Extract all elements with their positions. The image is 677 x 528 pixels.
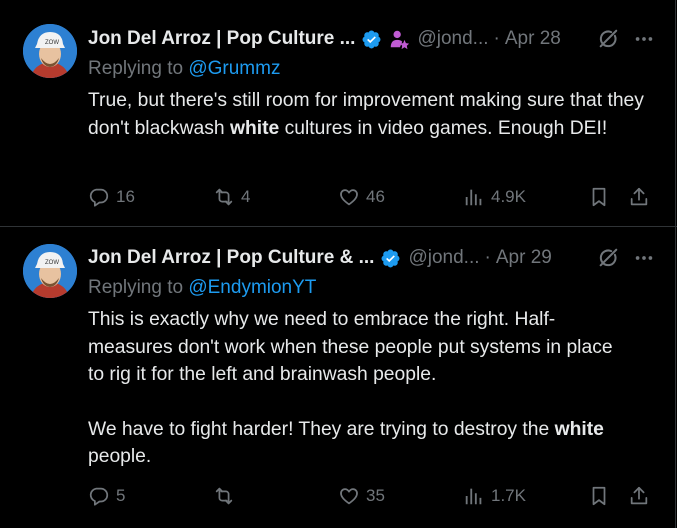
avatar[interactable]: ZOW [23, 244, 77, 298]
tweet-date[interactable]: Apr 29 [496, 247, 552, 269]
reply-button[interactable]: 5 [88, 482, 125, 510]
like-icon [340, 488, 358, 505]
like-button[interactable]: 46 [338, 183, 385, 211]
author-name[interactable]: Jon Del Arroz | Pop Culture & ... [88, 247, 374, 269]
verified-badge-icon[interactable] [361, 29, 382, 50]
bold-text: white [554, 418, 604, 440]
view-count: 4.9K [491, 187, 526, 206]
tweet-header: Jon Del Arroz | Pop Culture ... @jond...… [88, 26, 665, 52]
bookmark-button[interactable] [588, 482, 616, 510]
text-run: people. [88, 446, 152, 468]
repost-count: 4 [241, 187, 251, 206]
divider [675, 0, 676, 226]
reply-icon [89, 188, 109, 207]
repost-icon [215, 188, 233, 206]
tweet[interactable]: ZOW Jon Del Arroz | Pop Culture ... @jon… [0, 0, 677, 227]
bookmark-icon [592, 486, 606, 506]
reply-icon [89, 487, 109, 506]
view-count: 1.7K [491, 486, 526, 505]
replying-to: Replying to @Grummz [88, 58, 280, 80]
action-bar: 16 4 46 4.9K [88, 183, 653, 211]
separator: · [484, 247, 491, 268]
views-button[interactable]: 1.7K [463, 482, 526, 510]
like-count: 46 [366, 187, 385, 206]
share-icon [630, 486, 648, 505]
grok-icon[interactable] [595, 245, 621, 271]
reply-count: 16 [116, 187, 135, 206]
verified-badge-icon[interactable] [380, 248, 401, 269]
divider [675, 227, 676, 528]
share-button[interactable] [628, 482, 656, 510]
tweet-text: This is exactly why we need to embrace t… [88, 306, 623, 471]
like-icon [340, 189, 358, 206]
tweet-date[interactable]: Apr 28 [505, 28, 561, 50]
more-icon[interactable] [631, 26, 657, 52]
share-icon [630, 187, 648, 206]
tweet-paragraph: True, but there's still room for improve… [88, 87, 663, 142]
action-bar: 5 35 1.7K [88, 482, 653, 510]
bookmark-button[interactable] [588, 183, 616, 211]
like-button[interactable]: 35 [338, 482, 385, 510]
affiliate-badge-icon[interactable] [388, 28, 410, 50]
bold-text: white [229, 117, 280, 139]
replying-to-label: Replying to [88, 277, 189, 298]
views-icon [465, 189, 482, 206]
mention-link[interactable]: @EndymionYT [188, 277, 316, 298]
reply-count: 5 [116, 486, 126, 505]
views-button[interactable]: 4.9K [463, 183, 526, 211]
replying-to: Replying to @EndymionYT [88, 277, 316, 299]
author-handle[interactable]: @jond... [408, 247, 479, 269]
tweet[interactable]: ZOW Jon Del Arroz | Pop Culture & ... @j… [0, 227, 677, 528]
avatar[interactable]: ZOW [23, 24, 77, 78]
views-icon [465, 488, 482, 505]
replying-to-label: Replying to [88, 58, 189, 79]
more-icon[interactable] [631, 245, 657, 271]
svg-text:ZOW: ZOW [45, 260, 59, 266]
tweet-text: True, but there's still room for improve… [88, 87, 663, 142]
tweet-paragraph: This is exactly why we need to embrace t… [88, 309, 613, 386]
like-count: 35 [366, 486, 385, 505]
svg-text:ZOW: ZOW [45, 40, 59, 46]
bookmark-icon [592, 187, 606, 207]
repost-icon [215, 487, 233, 505]
text-run: cultures in video games. Enough DEI! [279, 117, 608, 139]
reply-button[interactable]: 16 [88, 183, 135, 211]
tweet-header: Jon Del Arroz | Pop Culture & ... @jond.… [88, 245, 665, 271]
grok-icon[interactable] [595, 26, 621, 52]
repost-button[interactable]: 4 [213, 183, 250, 211]
author-name[interactable]: Jon Del Arroz | Pop Culture ... [88, 28, 355, 50]
share-button[interactable] [628, 183, 656, 211]
mention-link[interactable]: @Grummz [188, 58, 280, 79]
repost-button[interactable] [213, 482, 241, 510]
tweet-paragraph: We have to fight harder! They are trying… [88, 416, 623, 471]
text-run: We have to fight harder! They are trying… [88, 418, 555, 440]
author-handle[interactable]: @jond... [417, 28, 488, 50]
separator: · [493, 28, 500, 49]
